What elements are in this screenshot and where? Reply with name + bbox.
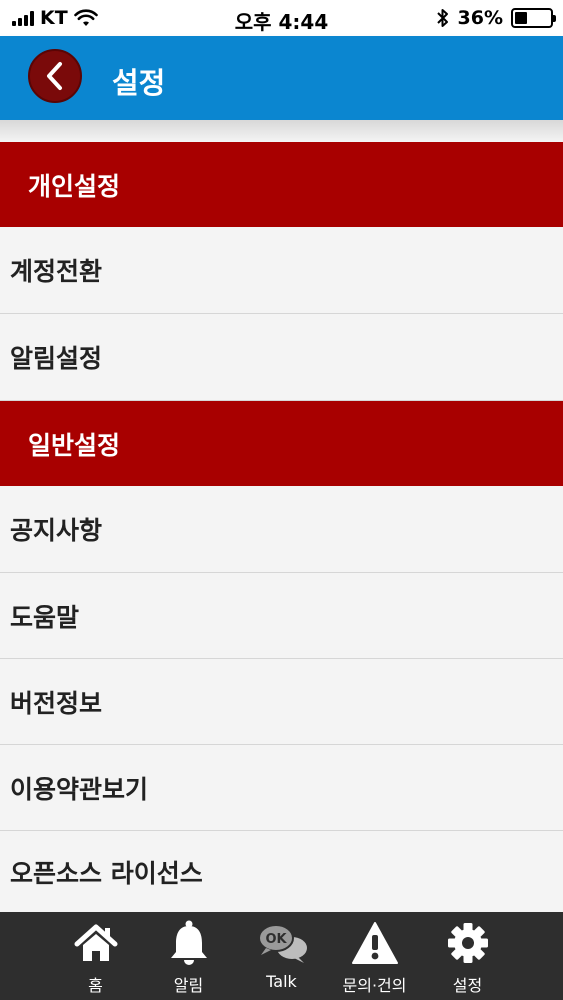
back-button[interactable] <box>28 49 82 103</box>
tab-talk[interactable]: OK Talk <box>235 912 328 1000</box>
tab-label: 문의·건의 <box>342 976 407 995</box>
app-header: 설정 <box>0 36 563 120</box>
ok-talk-icon: OK <box>254 918 310 968</box>
battery-fill <box>515 12 528 24</box>
list-item-open-source-licenses[interactable]: 오픈소스 라이선스 <box>0 831 563 912</box>
header-shadow <box>0 120 563 142</box>
section-header-general: 일반설정 <box>0 401 563 486</box>
status-bar: KT 오후 4:44 36% <box>0 0 563 36</box>
list-item-terms[interactable]: 이용약관보기 <box>0 745 563 831</box>
battery-icon <box>511 8 556 28</box>
page-title: 설정 <box>112 66 166 100</box>
list-item-notices[interactable]: 공지사항 <box>0 486 563 573</box>
tab-inquiry[interactable]: 문의·건의 <box>328 912 421 1000</box>
bottom-tab-bar: 홈 알림 OK Talk 문의·건의 설정 <box>0 912 563 1000</box>
tab-label: Talk <box>266 972 297 991</box>
status-right: 36% <box>436 7 556 29</box>
section-header-personal: 개인설정 <box>0 142 563 227</box>
tab-home[interactable]: 홈 <box>49 912 142 1000</box>
chevron-left-icon <box>47 62 62 90</box>
list-item-version-info[interactable]: 버전정보 <box>0 659 563 745</box>
battery-percent: 36% <box>457 7 503 29</box>
gear-icon <box>446 918 490 968</box>
tab-label: 알림 <box>173 976 204 995</box>
tab-label: 홈 <box>88 976 103 995</box>
bell-icon <box>167 918 211 968</box>
list-item-help[interactable]: 도움말 <box>0 573 563 659</box>
tab-label: 설정 <box>452 976 483 995</box>
list-item-account-switch[interactable]: 계정전환 <box>0 227 563 314</box>
tab-notifications[interactable]: 알림 <box>142 912 235 1000</box>
list-item-notification-settings[interactable]: 알림설정 <box>0 314 563 401</box>
home-icon <box>73 918 119 968</box>
talk-badge-text: OK <box>265 932 287 947</box>
warning-icon <box>351 918 399 968</box>
tab-settings[interactable]: 설정 <box>421 912 514 1000</box>
bluetooth-icon <box>436 9 448 27</box>
